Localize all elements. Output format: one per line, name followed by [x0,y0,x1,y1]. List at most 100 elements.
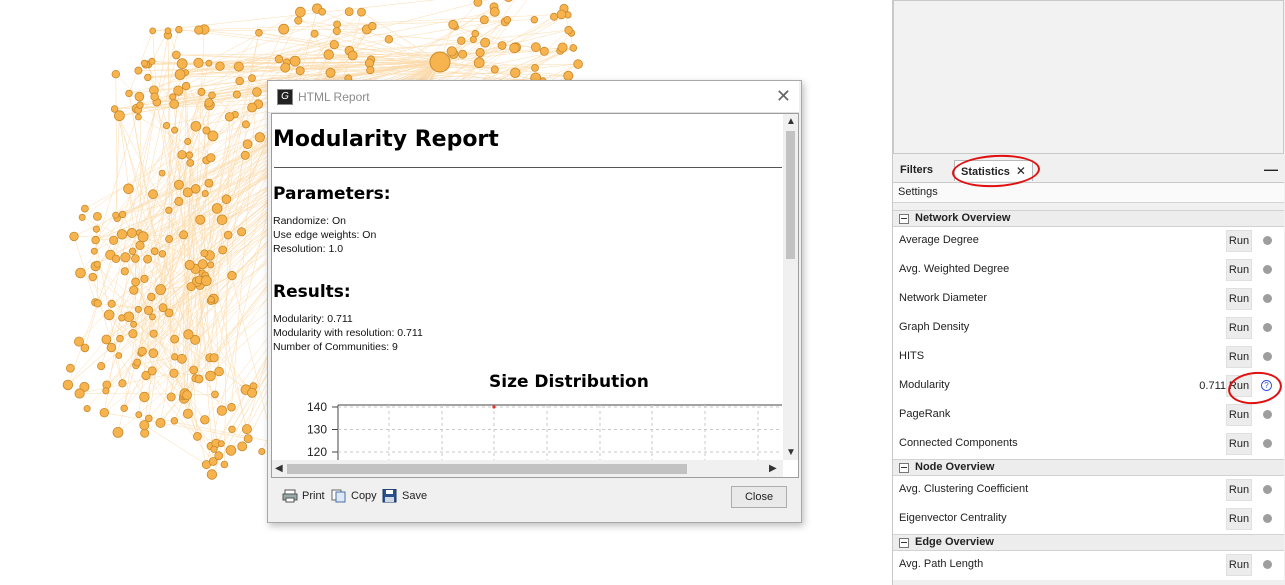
results-heading: Results: [273,282,351,302]
graph-node [177,150,187,160]
graph-node [207,295,215,304]
statistic-row: Eigenvector Centrality Run [893,505,1284,534]
scroll-up-icon[interactable]: ▲ [786,116,796,127]
graph-node [510,67,521,79]
graph-node [295,66,305,76]
run-button[interactable]: Run [1226,230,1252,252]
graph-node [458,49,468,59]
scrollbar-thumb[interactable] [786,131,795,259]
run-button[interactable]: Run [1226,479,1252,501]
graph-node [176,353,187,364]
size-distribution-chart: 140 130 120 [307,400,782,460]
statistic-label: Avg. Clustering Coefficient [899,483,1029,495]
graph-node [134,91,145,102]
graph-node [357,7,366,17]
graph-node [366,66,375,75]
collapse-icon[interactable] [899,213,909,224]
graph-node [184,259,195,270]
graph-node [223,230,233,240]
collapse-icon[interactable] [899,537,909,548]
graph-node [497,41,507,50]
graph-node [329,39,339,50]
graph-node [148,348,159,359]
graph-node [573,59,583,69]
graph-node [193,57,204,68]
graph-node [210,445,218,453]
html-report-dialog: G HTML Report ✕ Modularity Report Parame… [267,80,802,523]
graph-node [364,58,375,68]
statistic-label: Modularity [899,379,950,391]
run-button[interactable]: Run [1226,554,1252,576]
graph-node [448,19,458,30]
status-dot-icon [1263,265,1272,274]
close-button[interactable]: Close [731,486,787,508]
graph-node [128,247,137,255]
graph-node [208,91,216,100]
close-icon[interactable]: ✕ [776,86,791,107]
save-button[interactable]: Save [382,488,427,503]
graph-node [81,204,89,213]
graph-node [241,120,250,129]
print-button[interactable]: Print [282,489,325,503]
graph-node [175,25,183,34]
floppy-disk-icon [382,488,398,503]
graph-node [241,424,252,435]
graph-node [134,66,143,75]
graph-node [240,150,250,160]
status-dot-icon [1263,485,1272,494]
dialog-titlebar[interactable]: G HTML Report ✕ [268,81,799,113]
scroll-left-icon[interactable]: ◀ [275,463,283,474]
graph-node [509,42,520,54]
report-content: Modularity Report Parameters: Randomize:… [272,114,782,460]
graph-node [295,6,306,18]
section-header[interactable]: Network Overview [893,210,1284,227]
statistic-row: Graph Density Run [893,314,1284,343]
graph-node [164,27,172,35]
run-button[interactable]: Run [1226,288,1252,310]
graph-node [116,229,128,240]
graph-node [247,102,258,113]
graph-node [140,274,149,283]
graph-node [211,203,223,214]
run-button[interactable]: Run [1226,508,1252,530]
horizontal-scrollbar[interactable]: ◀ ▶ [272,460,783,477]
section-header[interactable]: Node Overview [893,459,1284,476]
scrollbar-thumb[interactable] [287,464,687,474]
statistic-row: HITS Run [893,343,1284,372]
settings-link[interactable]: Settings [893,183,1284,203]
graph-node [135,411,143,419]
graph-node [144,305,154,315]
graph-node [504,0,513,2]
run-button[interactable]: Run [1226,346,1252,368]
statistic-label: Graph Density [899,321,970,333]
collapse-icon[interactable] [899,462,909,473]
graph-node [101,334,112,345]
statistic-label: Eigenvector Centrality [899,512,1007,524]
graph-node [206,469,218,480]
scroll-right-icon[interactable]: ▶ [769,463,777,474]
status-dot-icon [1263,294,1272,303]
scroll-down-icon[interactable]: ▼ [786,447,796,458]
graph-node [158,303,168,313]
section-title: Network Overview [915,212,1011,224]
status-dot-icon [1263,439,1272,448]
graph-node [489,6,500,17]
graph-node [204,178,214,188]
graph-node [134,113,142,121]
graph-node [247,387,258,398]
graph-node [531,64,539,72]
run-button[interactable]: Run [1226,404,1252,426]
run-button[interactable]: Run [1226,259,1252,281]
section-header[interactable]: Edge Overview [893,534,1284,551]
status-dot-icon [1263,236,1272,245]
run-button[interactable]: Run [1226,433,1252,455]
vertical-scrollbar[interactable]: ▲ ▼ [783,114,798,460]
graph-node [192,431,202,441]
tab-filters[interactable]: Filters [896,160,937,180]
minimize-panel-button[interactable]: — [1264,161,1278,177]
graph-node [149,313,156,321]
run-button[interactable]: Run [1226,317,1252,339]
copy-button[interactable]: Copy [331,489,377,503]
graph-node [134,305,142,313]
graph-node [209,353,219,363]
